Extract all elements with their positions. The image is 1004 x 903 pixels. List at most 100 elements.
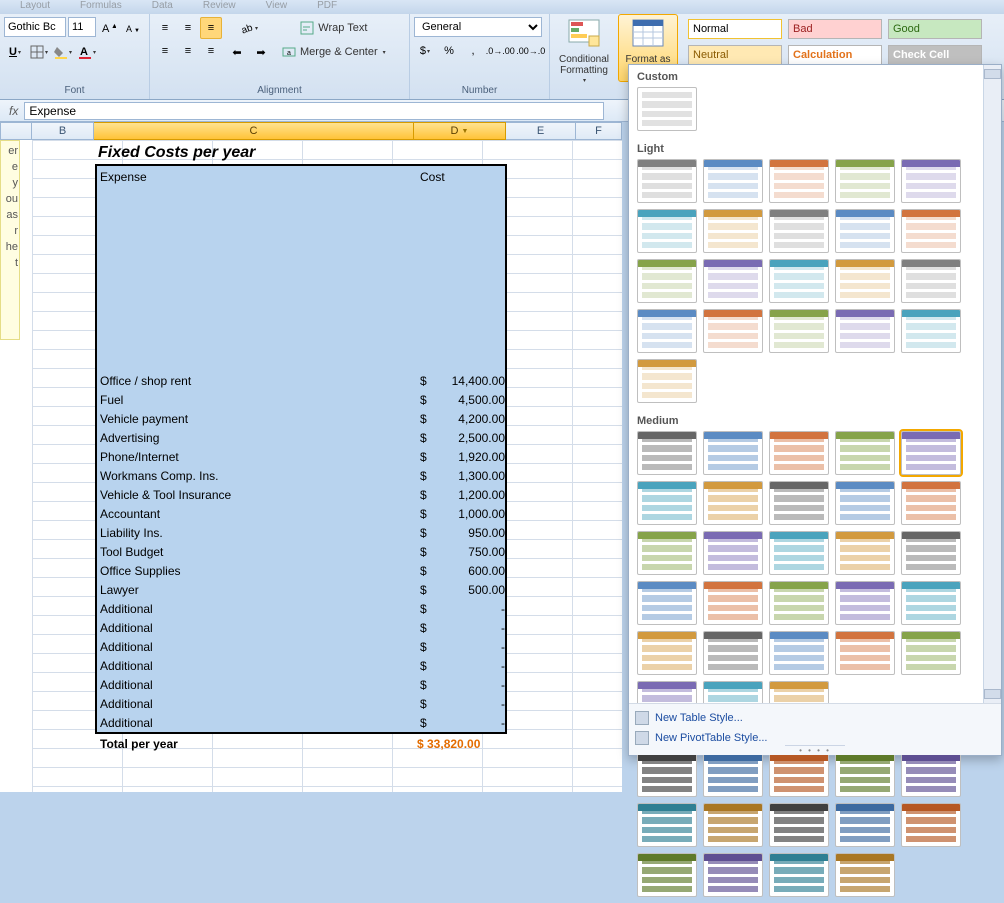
table-style-swatch[interactable] [835, 481, 895, 525]
tab-view[interactable]: View [266, 0, 288, 11]
fx-icon[interactable]: fx [9, 104, 18, 118]
table-style-swatch[interactable] [901, 803, 961, 847]
tab-formulas[interactable]: Formulas [80, 0, 122, 11]
table-style-swatch[interactable] [835, 259, 895, 303]
style-neutral[interactable]: Neutral [688, 45, 782, 65]
table-style-swatch[interactable] [901, 309, 961, 353]
table-style-swatch[interactable] [901, 259, 961, 303]
table-style-swatch[interactable] [769, 431, 829, 475]
table-style-swatch[interactable] [703, 853, 763, 897]
decrease-indent-icon[interactable]: ⬅ [226, 41, 248, 63]
tab-pdf[interactable]: PDF [317, 0, 337, 11]
collapse-handle[interactable]: • • • • [785, 745, 845, 755]
col-header-d[interactable]: D [414, 122, 506, 140]
comma-format-icon[interactable]: , [462, 40, 484, 62]
table-style-swatch[interactable] [835, 753, 895, 797]
formula-input[interactable] [24, 102, 604, 120]
font-color-button[interactable]: A▾ [76, 41, 98, 63]
tab-data[interactable]: Data [152, 0, 173, 11]
table-style-swatch[interactable] [703, 803, 763, 847]
table-style-swatch[interactable] [835, 531, 895, 575]
tab-review[interactable]: Review [203, 0, 236, 11]
col-header-f[interactable]: F [576, 122, 622, 140]
table-style-swatch[interactable] [703, 159, 763, 203]
table-style-swatch[interactable] [637, 631, 697, 675]
table-style-swatch[interactable] [901, 753, 961, 797]
fill-color-button[interactable]: ▾ [52, 41, 74, 63]
table-style-swatch[interactable] [835, 581, 895, 625]
col-header-b[interactable]: B [32, 122, 94, 140]
accounting-format-icon[interactable]: $▾ [414, 40, 436, 62]
align-bottom-icon[interactable]: ≡ [200, 17, 222, 39]
table-style-swatch[interactable] [901, 431, 961, 475]
table-style-swatch[interactable] [769, 753, 829, 797]
table-style-swatch[interactable] [835, 853, 895, 897]
table-style-swatch[interactable] [703, 581, 763, 625]
table-style-swatch[interactable] [901, 159, 961, 203]
wrap-text-button[interactable]: Wrap Text [276, 17, 392, 39]
style-good[interactable]: Good [888, 19, 982, 39]
increase-decimal-icon[interactable]: .0→.00 [486, 40, 515, 62]
align-top-icon[interactable]: ≡ [154, 17, 176, 39]
table-style-swatch[interactable] [637, 209, 697, 253]
table-style-swatch[interactable] [637, 481, 697, 525]
table-style-swatch[interactable] [703, 209, 763, 253]
table-style-swatch[interactable] [769, 159, 829, 203]
table-style-swatch[interactable] [901, 209, 961, 253]
orientation-icon[interactable]: ab▾ [226, 17, 272, 39]
cell-styles-gallery[interactable]: Normal Bad Good Neutral Calculation Chec… [682, 14, 992, 65]
tab-layout[interactable]: Layout [20, 0, 50, 11]
underline-button[interactable]: U▾ [4, 41, 26, 63]
increase-indent-icon[interactable]: ➡ [250, 41, 272, 63]
number-format-combo[interactable]: General [414, 17, 542, 37]
increase-font-icon[interactable]: A▲ [98, 17, 120, 39]
table-style-swatch[interactable] [769, 209, 829, 253]
table-style-swatch[interactable] [901, 631, 961, 675]
table-style-swatch[interactable] [703, 431, 763, 475]
table-style-swatch[interactable] [637, 309, 697, 353]
table-style-swatch[interactable] [835, 631, 895, 675]
decrease-font-icon[interactable]: A▼ [122, 17, 144, 39]
table-style-swatch[interactable] [637, 87, 697, 131]
table-style-swatch[interactable] [637, 359, 697, 403]
table-style-swatch[interactable] [769, 853, 829, 897]
col-header-c[interactable]: C [94, 122, 414, 140]
panel-scrollbar[interactable] [983, 65, 1001, 703]
align-right-icon[interactable]: ≡ [200, 40, 222, 62]
table-style-swatch[interactable] [637, 531, 697, 575]
table-style-swatch[interactable] [835, 431, 895, 475]
align-left-icon[interactable]: ≡ [154, 40, 176, 62]
new-table-style[interactable]: New Table Style... [635, 708, 995, 728]
table-style-swatch[interactable] [769, 803, 829, 847]
table-style-swatch[interactable] [769, 309, 829, 353]
decrease-decimal-icon[interactable]: .00→.0 [517, 40, 546, 62]
table-style-swatch[interactable] [637, 753, 697, 797]
style-normal[interactable]: Normal [688, 19, 782, 39]
align-middle-icon[interactable]: ≡ [177, 17, 199, 39]
table-style-swatch[interactable] [901, 581, 961, 625]
table-style-swatch[interactable] [769, 259, 829, 303]
table-style-swatch[interactable] [769, 581, 829, 625]
table-style-swatch[interactable] [703, 309, 763, 353]
table-style-swatch[interactable] [637, 259, 697, 303]
table-style-swatch[interactable] [703, 259, 763, 303]
borders-button[interactable]: ▾ [28, 41, 50, 63]
table-style-swatch[interactable] [901, 531, 961, 575]
table-style-swatch[interactable] [835, 159, 895, 203]
style-bad[interactable]: Bad [788, 19, 882, 39]
table-style-swatch[interactable] [835, 309, 895, 353]
merge-center-button[interactable]: a Merge & Center▾ [276, 41, 392, 63]
table-style-swatch[interactable] [835, 803, 895, 847]
ribbon-tabstrip[interactable]: Layout Formulas Data Review View PDF [0, 0, 1004, 14]
table-style-swatch[interactable] [637, 853, 697, 897]
table-style-swatch[interactable] [703, 631, 763, 675]
select-all-corner[interactable] [0, 122, 32, 140]
style-check-cell[interactable]: Check Cell [888, 45, 982, 65]
spreadsheet-grid[interactable]: B C D E F ereyouasrhet Fixed Costs per y… [0, 122, 622, 792]
table-style-swatch[interactable] [703, 753, 763, 797]
table-style-swatch[interactable] [769, 531, 829, 575]
table-style-swatch[interactable] [637, 803, 697, 847]
table-style-swatch[interactable] [769, 631, 829, 675]
font-size-combo[interactable] [68, 17, 96, 37]
table-style-swatch[interactable] [637, 159, 697, 203]
